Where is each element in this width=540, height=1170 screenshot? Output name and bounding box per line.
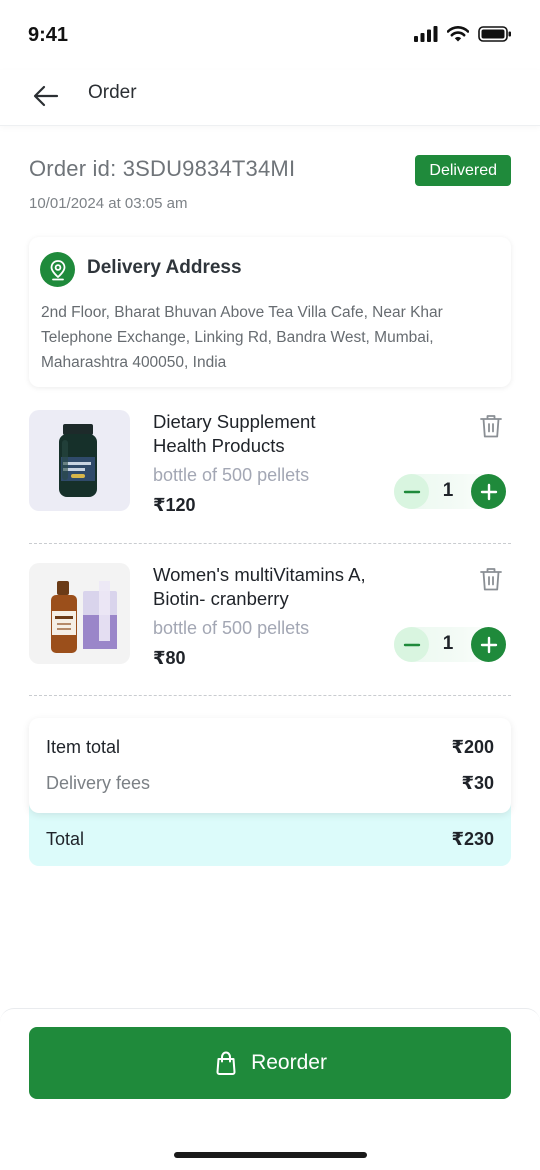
battery-icon [478, 26, 511, 42]
home-indicator [174, 1152, 367, 1158]
quantity-plus-button[interactable] [471, 627, 506, 662]
total-label: Total [46, 829, 85, 849]
cellular-signal-icon [414, 26, 438, 42]
quantity-minus-button[interactable] [394, 627, 429, 662]
minus-icon [403, 643, 420, 646]
delete-button[interactable] [477, 412, 505, 440]
product-name: Dietary Supplement Health Products [153, 411, 316, 456]
product-price: ₹120 [153, 495, 196, 515]
product-item: Dietary Supplement Health Products bottl… [29, 410, 511, 516]
total-value: ₹230 [451, 829, 494, 849]
divider [29, 543, 511, 544]
status-icons [414, 26, 512, 42]
quantity-value: 1 [442, 480, 454, 501]
trash-icon [480, 415, 502, 438]
arrow-left-icon [33, 85, 59, 107]
status-time: 9:41 [28, 24, 69, 46]
back-button[interactable] [28, 78, 64, 114]
quantity-minus-button[interactable] [394, 474, 429, 509]
bill-summary-card: Item total ₹200 Delivery fees ₹30 Total … [29, 718, 511, 866]
trash-icon [480, 568, 502, 591]
product-image [29, 410, 130, 511]
product-name: Women's multiVitamins A, Biotin- cranber… [153, 564, 366, 609]
plus-icon [480, 483, 497, 500]
shopping-bag-icon [216, 1051, 236, 1075]
quantity-value: 1 [442, 633, 454, 654]
address-title: Delivery Address [87, 257, 242, 278]
divider [29, 695, 511, 696]
reorder-label: Reorder [251, 1051, 327, 1074]
order-date: 10/01/2024 at 03:05 am [29, 195, 188, 212]
location-pin-icon [40, 252, 75, 287]
reorder-button[interactable]: Reorder [29, 1027, 511, 1099]
quantity-plus-button[interactable] [471, 474, 506, 509]
page-title: Order [88, 82, 137, 103]
delivery-fees-value: ₹30 [461, 773, 494, 793]
product-item: Women's multiVitamins A, Biotin- cranber… [29, 563, 511, 669]
delivery-address-card: Delivery Address 2nd Floor, Bharat Bhuva… [29, 237, 511, 387]
delivery-fees-label: Delivery fees [46, 773, 151, 793]
quantity-stepper: 1 [394, 627, 506, 662]
item-total-value: ₹200 [451, 737, 494, 757]
item-total-label: Item total [46, 737, 121, 757]
status-badge: Delivered [415, 155, 511, 186]
product-pack-size: bottle of 500 pellets [153, 618, 310, 638]
order-id: Order id: 3SDU9834T34MI [29, 156, 296, 181]
status-bar: 9:41 [0, 0, 540, 70]
delete-button[interactable] [477, 565, 505, 593]
address-text: 2nd Floor, Bharat Bhuvan Above Tea Villa… [41, 304, 443, 371]
wifi-icon [447, 26, 469, 42]
minus-icon [403, 490, 420, 493]
product-image [29, 563, 130, 664]
product-price: ₹80 [153, 648, 186, 668]
quantity-stepper: 1 [394, 474, 506, 509]
bill-summary-details: Item total ₹200 Delivery fees ₹30 [29, 718, 511, 813]
app-header: Order [0, 70, 540, 126]
plus-icon [480, 636, 497, 653]
product-pack-size: bottle of 500 pellets [153, 465, 310, 485]
